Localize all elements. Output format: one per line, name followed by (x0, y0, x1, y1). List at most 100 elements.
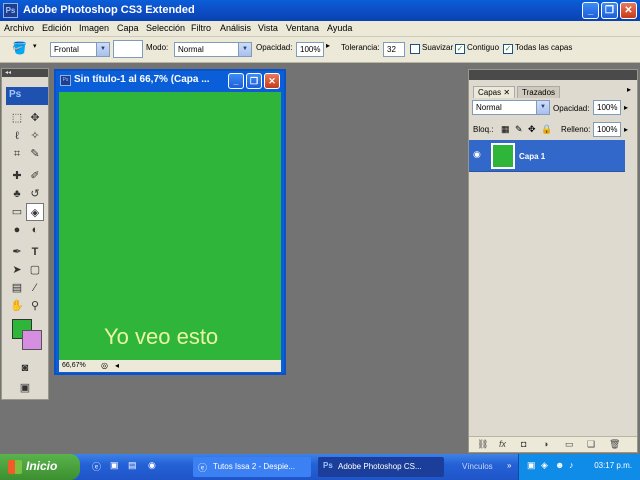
ps-task-icon: Ps (323, 461, 333, 470)
mode-select[interactable]: Normal ▼ (174, 42, 252, 57)
menu-seleccion[interactable]: Selección (146, 23, 185, 33)
maximize-button[interactable]: ❐ (601, 2, 618, 19)
new-layer-icon[interactable]: ❑ (587, 439, 595, 450)
document-window: Ps Sin título-1 al 66,7% (Capa ... _ ❐ ✕… (54, 69, 286, 375)
blur-tool-icon[interactable]: ● (8, 221, 26, 239)
clone-stamp-tool-icon[interactable]: ♣ (8, 185, 26, 203)
menu-ayuda[interactable]: Ayuda (327, 23, 352, 33)
close-button[interactable]: ✕ (620, 2, 637, 19)
contiguous-checkbox[interactable]: ✓ (455, 44, 465, 54)
eraser-tool-icon[interactable]: ▭ (8, 203, 26, 221)
tray-network-icon[interactable]: ◈ (541, 460, 548, 471)
layer-opacity-input[interactable]: 100% (593, 100, 621, 115)
lock-move-icon[interactable]: ✥ (528, 124, 536, 135)
doc-minimize-button[interactable]: _ (228, 73, 244, 89)
doc-close-button[interactable]: ✕ (264, 73, 280, 89)
tray-messenger-icon[interactable]: ☻ (555, 460, 564, 470)
tray-app-icon[interactable]: ▣ (527, 460, 536, 471)
marquee-tool-icon[interactable]: ⬚ (8, 109, 26, 127)
toolbar-chevron-icon[interactable]: » (507, 461, 511, 470)
screen-mode-icon[interactable]: ▣ (16, 379, 34, 397)
paint-bucket-tool-icon[interactable]: ◈ (26, 203, 44, 221)
start-button[interactable]: Inicio (0, 454, 80, 480)
menu-capa[interactable]: Capa (117, 23, 139, 33)
link-layers-icon[interactable]: ⛓ (477, 439, 488, 450)
layers-panel-grip[interactable] (469, 70, 637, 80)
windows-flag-icon (8, 460, 22, 474)
new-group-icon[interactable]: ▭ (565, 439, 574, 450)
hand-tool-icon[interactable]: ✋ (8, 297, 26, 315)
lock-brush-icon[interactable]: ✎ (515, 124, 523, 135)
layer-opacity-arrow-icon[interactable]: ▸ (624, 103, 628, 112)
slice-tool-icon[interactable]: ✎ (26, 145, 44, 163)
window-title: Adobe Photoshop CS3 Extended (23, 4, 195, 16)
blend-mode-select[interactable]: Normal ▼ (472, 100, 550, 115)
toolbox-grip[interactable]: ◂◂ (2, 69, 48, 77)
visibility-eye-icon[interactable]: ◉ (473, 149, 485, 161)
pen-tool-icon[interactable]: ✒ (8, 243, 26, 261)
menu-analisis[interactable]: Análisis (220, 23, 251, 33)
quicklaunch-ie-icon[interactable]: ⓔ (92, 460, 101, 473)
path-selection-tool-icon[interactable]: ➤ (8, 261, 26, 279)
adjustment-layer-icon[interactable]: ◑ (543, 439, 548, 449)
ps-logo: Ps (6, 87, 48, 105)
zoom-tool-icon[interactable]: ⚲ (26, 297, 44, 315)
notes-tool-icon[interactable]: ▤ (8, 279, 26, 297)
antialias-checkbox[interactable] (410, 44, 420, 54)
task-tutos[interactable]: ⓔ Tutos Issa 2 - Despie... (193, 457, 311, 477)
healing-brush-tool-icon[interactable]: ✚ (8, 167, 26, 185)
all-layers-checkbox[interactable]: ✓ (503, 44, 513, 54)
dodge-tool-icon[interactable]: ◐ (26, 221, 44, 239)
history-brush-tool-icon[interactable]: ↺ (26, 185, 44, 203)
minimize-button[interactable]: _ (582, 2, 599, 19)
task-photoshop[interactable]: Ps Adobe Photoshop CS... (318, 457, 444, 477)
crop-tool-icon[interactable]: ⌗ (8, 145, 26, 163)
panel-menu-icon[interactable]: ▸ (627, 85, 631, 94)
lasso-tool-icon[interactable]: ℓ (8, 127, 26, 145)
doc-maximize-button[interactable]: ❐ (246, 73, 262, 89)
tab-capas[interactable]: Capas ✕ (473, 86, 516, 98)
tab-trazados[interactable]: Trazados (517, 86, 561, 98)
menu-edicion[interactable]: Edición (42, 23, 72, 33)
scroll-left-icon[interactable]: ◂ (115, 361, 119, 370)
layer-style-icon[interactable]: fx (499, 439, 506, 449)
eyedropper-tool-icon[interactable]: ⁄ (26, 279, 44, 297)
layer-row[interactable]: ◉ Capa 1 (469, 140, 625, 172)
menu-bar: Archivo Edición Imagen Capa Selección Fi… (0, 21, 640, 37)
quicklaunch-desktop-icon[interactable]: ▤ (128, 460, 137, 471)
background-color-swatch[interactable] (22, 330, 42, 350)
delete-layer-icon[interactable]: 🗑 (609, 439, 620, 450)
status-info-icon[interactable]: ◎ (101, 361, 108, 370)
fill-source-select[interactable]: Frontal ▼ (50, 42, 110, 57)
menu-filtro[interactable]: Filtro (191, 23, 211, 33)
menu-archivo[interactable]: Archivo (4, 23, 34, 33)
move-tool-icon[interactable]: ✥ (26, 109, 44, 127)
canvas[interactable]: Yo veo esto (59, 92, 281, 360)
vinculos-toolbar[interactable]: Vínculos (462, 462, 493, 471)
fill-input[interactable]: 100% (593, 122, 621, 137)
tray-volume-icon[interactable]: ♪ (569, 460, 574, 470)
canvas-text: Yo veo esto (104, 324, 219, 349)
paint-bucket-icon[interactable]: 🪣 (12, 41, 27, 55)
pattern-picker[interactable] (113, 40, 143, 58)
fill-arrow-icon[interactable]: ▸ (624, 125, 628, 134)
quicklaunch-media-icon[interactable]: ◉ (148, 460, 156, 471)
lock-transparency-icon[interactable]: ▦ (501, 124, 510, 135)
chevron-down-icon: ▼ (238, 43, 251, 56)
quick-mask-icon[interactable]: ◙ (16, 359, 34, 377)
tolerance-input[interactable]: 32 (383, 42, 405, 57)
opacity-input[interactable]: 100% (296, 42, 324, 57)
menu-imagen[interactable]: Imagen (79, 23, 109, 33)
shape-tool-icon[interactable]: ▢ (26, 261, 44, 279)
menu-vista[interactable]: Vista (258, 23, 278, 33)
zoom-value[interactable]: 66,67% (62, 362, 86, 369)
opacity-arrow-icon[interactable]: ▸ (326, 41, 330, 50)
add-mask-icon[interactable]: ◘ (521, 439, 526, 449)
magic-wand-tool-icon[interactable]: ✧ (26, 127, 44, 145)
brush-tool-icon[interactable]: ✐ (26, 167, 44, 185)
type-tool-icon[interactable]: T (26, 243, 44, 261)
lock-all-icon[interactable]: 🔒 (541, 124, 552, 135)
menu-ventana[interactable]: Ventana (286, 23, 319, 33)
quicklaunch-folder-icon[interactable]: ▣ (110, 460, 119, 471)
tool-preset-chevron-icon[interactable]: ▾ (33, 42, 37, 50)
